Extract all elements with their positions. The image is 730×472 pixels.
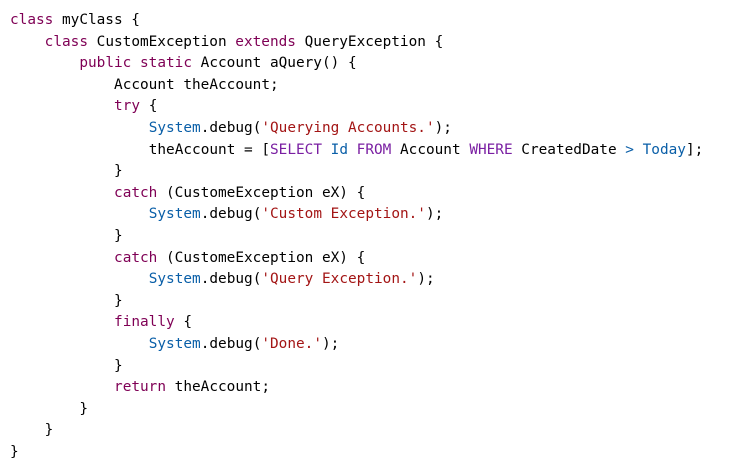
code-token-plain: );	[425, 206, 444, 223]
code-line: class myClass {	[10, 10, 730, 32]
code-token-sql: SELECT	[270, 141, 322, 158]
code-token-kw: class	[44, 33, 88, 50]
code-line: }	[10, 420, 730, 442]
code-token-str: 'Custom Exception.'	[261, 206, 426, 223]
code-token-plain: theAccount = [	[148, 141, 271, 158]
code-token-kw: catch	[114, 184, 158, 201]
code-token-api: System	[148, 335, 201, 352]
code-line: }	[10, 291, 730, 313]
code-token-plain: CreatedDate	[512, 141, 626, 158]
code-token-plain: theAccount;	[166, 379, 270, 396]
code-token-plain: debug(	[209, 271, 262, 288]
code-token-api: Today	[642, 141, 686, 158]
code-line: try {	[10, 96, 730, 118]
code-token-sql: WHERE	[469, 141, 513, 158]
code-token-kw: catch	[114, 249, 158, 266]
code-token-str: 'Query Exception.'	[261, 271, 418, 288]
code-line: }	[10, 226, 730, 248]
code-line: catch (CustomeException eX) {	[10, 248, 730, 270]
code-line: System.debug('Custom Exception.');	[10, 204, 730, 226]
code-token-plain: debug(	[209, 335, 262, 352]
code-token-plain: }	[114, 357, 123, 374]
code-token-kw: return	[114, 379, 167, 396]
code-token-plain: }	[10, 443, 19, 460]
code-token-plain: ];	[685, 141, 704, 158]
code-line: System.debug('Querying Accounts.');	[10, 118, 730, 140]
code-token-plain: Account theAccount;	[114, 76, 279, 93]
code-token-plain: Account	[391, 141, 470, 158]
code-editor[interactable]: class myClass {class CustomException ext…	[0, 0, 730, 472]
code-token-api: System	[148, 271, 201, 288]
code-token-plain: {	[140, 98, 158, 115]
code-line: catch (CustomeException eX) {	[10, 183, 730, 205]
code-token-plain: (CustomeException eX) {	[157, 184, 366, 201]
code-token-plain: debug(	[209, 206, 262, 223]
code-token-plain: Account aQuery() {	[192, 55, 357, 72]
code-line: }	[10, 442, 730, 464]
code-token-plain: );	[434, 119, 452, 136]
code-line: class CustomException extends QueryExcep…	[10, 32, 730, 54]
code-token-plain: QueryException {	[295, 33, 444, 50]
code-token-api: Id	[330, 141, 348, 158]
code-token-sql: FROM	[356, 141, 392, 158]
code-line: finally {	[10, 312, 730, 334]
code-line: return theAccount;	[10, 377, 730, 399]
code-line: }	[10, 399, 730, 421]
code-token-kw: static	[140, 55, 192, 72]
code-token-plain: }	[79, 400, 89, 417]
code-lines: class myClass {class CustomException ext…	[10, 10, 730, 463]
code-token-plain: );	[322, 335, 340, 352]
code-token-plain: );	[417, 271, 435, 288]
code-token-str: 'Done.'	[261, 335, 323, 352]
code-line: }	[10, 356, 730, 378]
code-token-plain: }	[44, 422, 54, 439]
code-token-api: System	[148, 206, 201, 223]
code-line: }	[10, 161, 730, 183]
code-line: public static Account aQuery() {	[10, 53, 730, 75]
code-token-kw: public	[79, 55, 132, 72]
code-line: System.debug('Done.');	[10, 334, 730, 356]
code-token-kw: extends	[235, 33, 296, 50]
code-token-plain: }	[114, 163, 123, 180]
code-token-kw: try	[114, 98, 141, 115]
code-token-str: 'Querying Accounts.'	[261, 119, 435, 136]
code-token-kw: class	[10, 12, 54, 28]
code-token-op: >	[625, 141, 634, 158]
code-token-plain: }	[114, 292, 123, 309]
code-token-plain: (CustomeException eX) {	[157, 249, 366, 266]
code-token-plain: CustomException	[88, 33, 236, 50]
code-token-kw: finally	[114, 314, 175, 331]
code-line: theAccount = [SELECT Id FROM Account WHE…	[10, 140, 730, 162]
code-token-plain: myClass {	[53, 12, 140, 28]
code-token-plain: {	[174, 314, 193, 331]
code-line: Account theAccount;	[10, 75, 730, 97]
code-token-plain: debug(	[209, 119, 262, 136]
code-token-plain: }	[114, 227, 123, 244]
code-token-api: System	[148, 119, 201, 136]
code-line: System.debug('Query Exception.');	[10, 269, 730, 291]
